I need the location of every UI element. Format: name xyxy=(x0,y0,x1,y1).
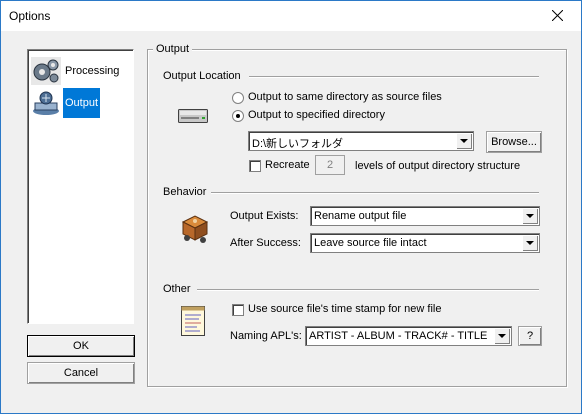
after-success-label: After Success: xyxy=(230,237,301,249)
radio-specified-directory-label[interactable]: Output to specified directory xyxy=(248,109,385,121)
levels-label: levels of output directory structure xyxy=(355,160,521,172)
radio-same-directory-label[interactable]: Output to same directory as source files xyxy=(248,91,442,103)
behavior-heading: Behavior xyxy=(163,186,207,198)
section-divider xyxy=(197,289,539,291)
naming-help-button[interactable]: ? xyxy=(518,326,542,346)
close-button[interactable] xyxy=(535,1,581,31)
title-bar: Options xyxy=(1,1,581,31)
naming-value: ARTIST - ALBUM - TRACK# - TITLE xyxy=(309,330,488,342)
sidebar-item-output[interactable]: Output xyxy=(30,88,130,118)
output-directory-value: D:\新しいフォルダ xyxy=(252,138,344,150)
drive-icon xyxy=(178,109,208,126)
section-divider xyxy=(211,192,539,194)
chevron-down-icon[interactable] xyxy=(456,133,472,149)
output-exists-combo[interactable]: Rename output file xyxy=(310,206,540,226)
recreate-levels-input[interactable]: 2 xyxy=(315,155,345,175)
gears-icon xyxy=(31,57,61,85)
chevron-down-icon[interactable] xyxy=(494,328,510,344)
recreate-checkbox[interactable] xyxy=(249,160,261,172)
output-directory-combo[interactable]: D:\新しいフォルダ xyxy=(248,131,474,151)
recreate-label[interactable]: Recreate xyxy=(265,159,310,171)
other-heading: Other xyxy=(163,283,191,295)
naming-label: Naming APL's: xyxy=(230,330,302,342)
after-success-value: Leave source file intact xyxy=(314,237,427,249)
section-divider xyxy=(249,76,539,78)
ok-button[interactable]: OK xyxy=(27,335,135,357)
chevron-down-icon[interactable] xyxy=(522,235,538,251)
radio-same-directory[interactable] xyxy=(232,92,244,104)
document-icon xyxy=(179,305,207,340)
window-title: Options xyxy=(9,9,51,23)
sidebar-item-label: Processing xyxy=(65,65,120,77)
groupbox-title: Output xyxy=(153,43,193,55)
naming-combo[interactable]: ARTIST - ALBUM - TRACK# - TITLE xyxy=(305,326,512,346)
sidebar-item-processing[interactable]: Processing xyxy=(30,56,130,86)
timestamp-label[interactable]: Use source file's time stamp for new fil… xyxy=(248,303,441,315)
category-list[interactable]: Processing Output xyxy=(27,49,134,324)
output-exists-value: Rename output file xyxy=(314,210,407,222)
output-location-heading: Output Location xyxy=(163,70,241,82)
close-icon xyxy=(552,10,563,21)
radio-specified-directory[interactable] xyxy=(232,110,244,122)
package-icon xyxy=(179,212,209,247)
sidebar-item-label: Output xyxy=(63,88,101,118)
after-success-combo[interactable]: Leave source file intact xyxy=(310,233,540,253)
cancel-button[interactable]: Cancel xyxy=(27,362,135,384)
output-icon xyxy=(31,89,61,117)
timestamp-checkbox[interactable] xyxy=(232,304,244,316)
browse-button[interactable]: Browse... xyxy=(486,131,542,153)
chevron-down-icon[interactable] xyxy=(522,208,538,224)
output-exists-label: Output Exists: xyxy=(230,210,299,222)
options-dialog: Options Processing Output OK Cancel Outp… xyxy=(0,0,582,414)
